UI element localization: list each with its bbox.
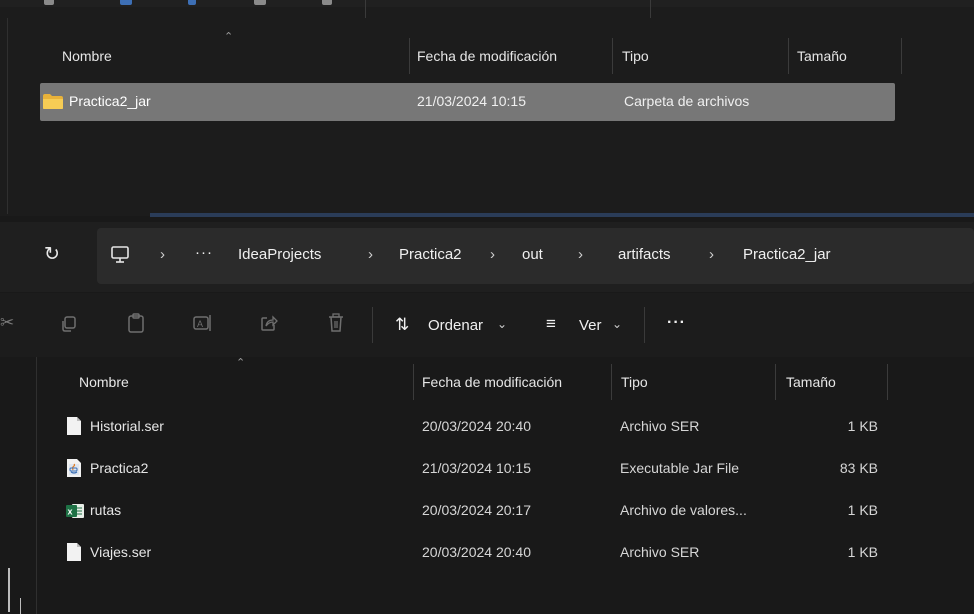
file-date: 21/03/2024 10:15 <box>417 93 526 109</box>
toolbar-icon[interactable] <box>44 0 54 5</box>
breadcrumb-item[interactable]: IdeaProjects <box>238 246 321 263</box>
divider <box>20 598 21 614</box>
file-size: 1 KB <box>847 544 878 560</box>
background-explorer-window: Nombre ⌃ Fecha de modificación Tipo Tama… <box>0 0 974 216</box>
file-name: Viajes.ser <box>90 544 152 560</box>
folder-icon <box>43 94 63 109</box>
share-icon[interactable] <box>260 314 278 332</box>
file-name: Practica2_jar <box>69 93 151 109</box>
file-name: Historial.ser <box>90 418 164 434</box>
file-size: 1 KB <box>847 418 878 434</box>
table-row[interactable]: Viajes.ser 20/03/2024 20:40 Archivo SER … <box>40 536 900 570</box>
column-separator[interactable] <box>901 38 902 74</box>
column-header-size[interactable]: Tamaño <box>786 374 836 390</box>
column-header-name[interactable]: Nombre <box>79 374 129 390</box>
divider <box>650 0 651 18</box>
column-separator[interactable] <box>612 38 613 74</box>
toolbar-strip <box>0 0 974 7</box>
file-icon <box>67 543 81 561</box>
delete-icon[interactable] <box>328 313 344 333</box>
command-bar <box>0 293 974 357</box>
copy-icon[interactable] <box>60 315 78 333</box>
window-top-edge <box>150 213 974 217</box>
column-header-date[interactable]: Fecha de modificación <box>422 374 562 390</box>
file-icon <box>67 417 81 435</box>
chevron-right-icon[interactable]: › <box>368 246 373 263</box>
breadcrumb-item[interactable]: out <box>522 246 543 263</box>
column-header-type[interactable]: Tipo <box>621 374 648 390</box>
refresh-icon[interactable]: ↻ <box>44 243 60 266</box>
chevron-right-icon[interactable]: › <box>578 246 583 263</box>
toolbar-icon[interactable] <box>120 0 132 5</box>
svg-text:x: x <box>68 507 73 517</box>
column-header-name[interactable]: Nombre <box>62 48 112 64</box>
file-size: 1 KB <box>847 502 878 518</box>
column-header-row: Nombre ⌃ Fecha de modificación Tipo Tama… <box>0 31 974 76</box>
file-date: 20/03/2024 20:40 <box>422 544 531 560</box>
file-name: rutas <box>90 502 122 518</box>
sort-label: Ordenar <box>428 317 484 334</box>
breadcrumb-item[interactable]: Practica2 <box>399 246 462 263</box>
toolbar-icon[interactable] <box>254 0 266 5</box>
list-item-selected[interactable]: Practica2_jar 21/03/2024 10:15 Carpeta d… <box>40 83 895 121</box>
chevron-down-icon: ⌄ <box>497 317 508 331</box>
sort-caret-icon: ⌃ <box>236 357 246 369</box>
toolbar-icon[interactable] <box>322 0 332 5</box>
column-separator[interactable] <box>611 364 612 400</box>
file-name: Practica2 <box>90 460 149 476</box>
file-type: Archivo SER <box>620 544 700 560</box>
more-options-button[interactable]: ··· <box>667 314 686 332</box>
file-type: Archivo SER <box>620 418 700 434</box>
file-date: 20/03/2024 20:40 <box>422 418 531 434</box>
view-icon: ≡ <box>546 314 556 333</box>
address-bar[interactable]: › ··· IdeaProjects › Practica2 › out › a… <box>97 228 974 284</box>
file-date: 21/03/2024 10:15 <box>422 460 531 476</box>
file-type: Executable Jar File <box>620 460 740 476</box>
file-size: 83 KB <box>839 460 878 476</box>
breadcrumb-item[interactable]: Practica2_jar <box>743 246 831 263</box>
breadcrumb-overflow[interactable]: ··· <box>195 244 213 261</box>
divider <box>644 307 645 343</box>
column-header-row: Nombre ⌃ Fecha de modificación Tipo Tama… <box>0 357 974 402</box>
table-row[interactable]: x rutas 20/03/2024 20:17 Archivo de valo… <box>40 494 900 528</box>
chevron-down-icon: ⌄ <box>612 317 623 331</box>
sort-caret-icon: ⌃ <box>224 31 234 43</box>
column-separator[interactable] <box>775 364 776 400</box>
chevron-right-icon[interactable]: › <box>709 246 714 263</box>
column-separator[interactable] <box>887 364 888 400</box>
divider <box>365 0 366 18</box>
divider <box>372 307 373 343</box>
view-label: Ver <box>579 317 602 334</box>
column-header-date[interactable]: Fecha de modificación <box>417 48 557 64</box>
computer-icon <box>111 246 129 263</box>
svg-text:A: A <box>197 319 203 329</box>
file-type: Archivo de valores... <box>620 502 747 518</box>
rename-icon[interactable]: A <box>193 314 213 332</box>
java-jar-icon <box>67 459 81 477</box>
sort-icon: ⇅ <box>395 315 410 334</box>
column-separator[interactable] <box>413 364 414 400</box>
excel-csv-icon: x <box>66 504 84 518</box>
breadcrumb-item[interactable]: artifacts <box>618 246 671 263</box>
file-type: Carpeta de archivos <box>624 93 750 109</box>
paste-icon[interactable] <box>127 313 145 333</box>
scrollbar[interactable] <box>8 568 10 612</box>
file-date: 20/03/2024 20:17 <box>422 502 531 518</box>
table-row[interactable]: Historial.ser 20/03/2024 20:40 Archivo S… <box>40 410 900 444</box>
column-header-size[interactable]: Tamaño <box>797 48 847 64</box>
toolbar-icon[interactable] <box>188 0 196 5</box>
column-header-type[interactable]: Tipo <box>622 48 649 64</box>
cut-icon[interactable]: ✂ <box>0 313 14 333</box>
chevron-right-icon[interactable]: › <box>160 246 165 263</box>
chevron-right-icon[interactable]: › <box>490 246 495 263</box>
column-separator[interactable] <box>409 38 410 74</box>
column-separator[interactable] <box>788 38 789 74</box>
table-row[interactable]: Practica2 21/03/2024 10:15 Executable Ja… <box>40 452 900 486</box>
